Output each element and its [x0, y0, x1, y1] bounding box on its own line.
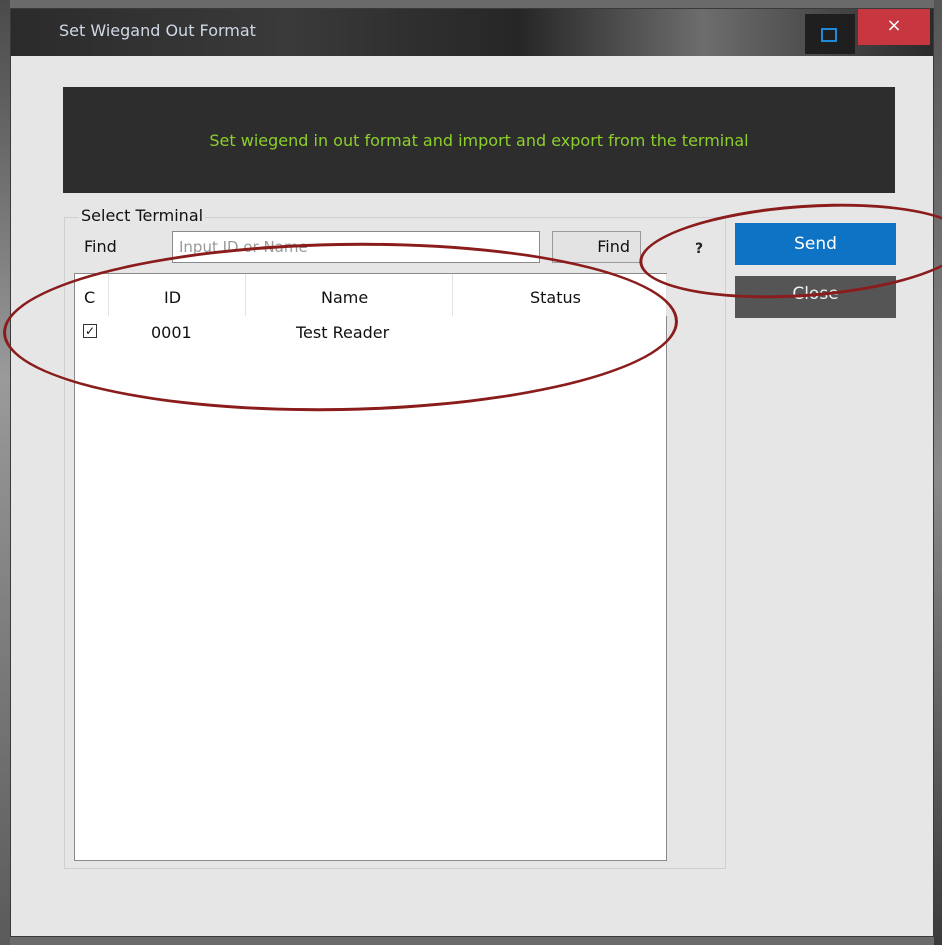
column-header-status[interactable]: Status — [530, 288, 581, 307]
dialog-window: Set Wiegand Out Format × Set wiegend in … — [1, 8, 942, 937]
column-divider — [245, 274, 246, 316]
close-window-button[interactable]: × — [858, 9, 930, 45]
table-row[interactable]: ✓ 0001 Test Reader — [75, 318, 666, 350]
terminal-table: C ID Name Status ✓ 0001 Test Reader — [74, 273, 667, 861]
find-button[interactable]: Find — [552, 231, 641, 263]
search-input[interactable] — [172, 231, 540, 263]
column-divider — [666, 274, 667, 316]
close-icon: × — [886, 15, 902, 36]
row-checkbox[interactable]: ✓ — [83, 324, 97, 338]
column-header-c[interactable]: C — [84, 288, 95, 307]
maximize-icon — [821, 28, 837, 42]
column-divider — [108, 274, 109, 316]
column-divider — [452, 274, 453, 316]
find-label: Find — [84, 237, 117, 256]
column-header-name[interactable]: Name — [321, 288, 368, 307]
desktop-background-left — [0, 0, 10, 945]
banner-text: Set wiegend in out format and import and… — [209, 131, 749, 150]
desktop-background-right — [934, 0, 942, 945]
table-header: C ID Name Status — [75, 274, 667, 318]
row-name: Test Reader — [296, 323, 390, 342]
info-banner: Set wiegend in out format and import and… — [63, 87, 895, 193]
select-terminal-label: Select Terminal — [79, 206, 206, 225]
title-bar[interactable]: Set Wiegand Out Format × — [11, 9, 933, 56]
send-button[interactable]: Send — [735, 223, 896, 265]
row-id: 0001 — [151, 323, 192, 342]
close-button[interactable]: Close — [735, 276, 896, 318]
column-header-id[interactable]: ID — [164, 288, 181, 307]
window-title: Set Wiegand Out Format — [59, 21, 256, 40]
maximize-button[interactable] — [805, 14, 855, 54]
help-icon[interactable]: ? — [695, 241, 703, 257]
